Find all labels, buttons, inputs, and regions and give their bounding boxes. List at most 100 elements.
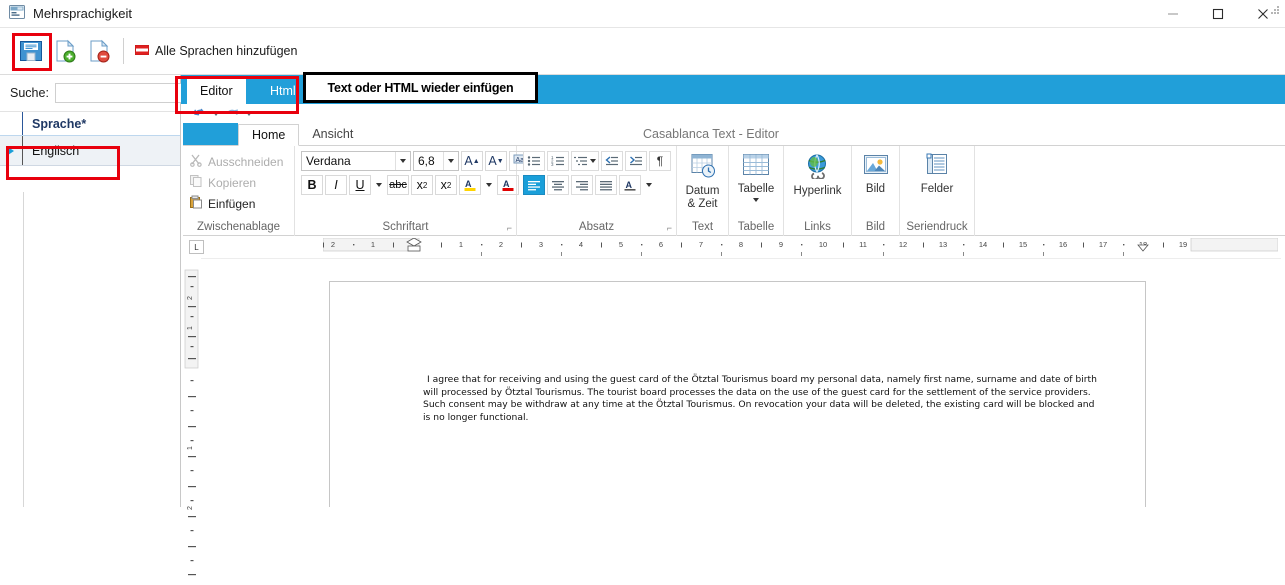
add-all-languages-button[interactable]: Alle Sprachen hinzufügen [135, 44, 297, 59]
strikethrough-icon[interactable]: abc [387, 175, 409, 195]
decrease-indent-icon[interactable] [601, 151, 623, 171]
date-time-button[interactable]: Datum & Zeit [683, 151, 722, 221]
tab-html[interactable]: Html [257, 78, 309, 104]
grow-font-icon[interactable]: A ▲ [461, 151, 483, 171]
copy-button[interactable]: Kopieren [189, 173, 283, 192]
table-row[interactable]: Englisch [0, 136, 180, 166]
svg-text:A: A [503, 179, 510, 189]
document-text[interactable]: I agree that for receiving and using the… [423, 374, 1103, 424]
paragraph-dialog-launcher[interactable]: ⌐ [667, 223, 672, 233]
svg-text:2: 2 [331, 240, 335, 249]
cell-language[interactable]: Englisch [23, 144, 79, 158]
svg-text:8: 8 [739, 240, 743, 249]
font-size-value: 6,8 [418, 154, 435, 168]
multilevel-list-icon[interactable] [571, 151, 599, 171]
chevron-down-icon[interactable] [443, 152, 458, 170]
ribbon-tab-home[interactable]: Home [238, 124, 300, 146]
svg-text:1: 1 [371, 240, 375, 249]
group-label-zwischenablage: Zwischenablage [196, 221, 281, 233]
column-header-sprache[interactable]: Sprache* [23, 117, 86, 131]
superscript-icon[interactable]: x2 [435, 175, 457, 195]
fields-button[interactable]: Felder [906, 151, 968, 221]
italic-icon[interactable]: I [325, 175, 347, 195]
bullets-icon[interactable] [523, 151, 545, 171]
undo-icon[interactable] [192, 107, 207, 121]
window-title: Mehrsprachigkeit [33, 6, 132, 21]
svg-text:4: 4 [579, 240, 583, 249]
document-page[interactable]: I agree that for receiving and using the… [329, 281, 1146, 507]
underline-icon[interactable]: U [349, 175, 371, 195]
show-marks-icon[interactable]: ¶ [649, 151, 671, 171]
search-label: Suche: [10, 86, 49, 100]
svg-text:14: 14 [979, 240, 987, 249]
subscript-icon[interactable]: x2 [411, 175, 433, 195]
grid-divider [23, 192, 24, 507]
date-time-label-line2: & Zeit [687, 198, 718, 211]
remove-language-button[interactable] [82, 34, 116, 68]
customize-quick-access-icon[interactable] [246, 112, 252, 116]
horizontal-ruler[interactable]: L 21 123 456 789 10 11 12 13 14 15 16 17 18 19 [183, 236, 1285, 258]
group-label-schriftart: Schriftart [382, 221, 429, 233]
svg-text:1: 1 [459, 240, 463, 249]
tab-stop-selector[interactable]: L [189, 240, 204, 254]
document-canvas[interactable]: I agree that for receiving and using the… [201, 258, 1281, 507]
ribbon-group-text: Datum & Zeit Text [677, 146, 729, 236]
svg-text:1: 1 [187, 326, 194, 330]
bold-icon[interactable]: B [301, 175, 323, 195]
ribbon-group-seriendruck: Felder Seriendruck [900, 146, 975, 236]
vertical-ruler: 2 1 1 2 [183, 258, 201, 576]
font-size-combo[interactable]: 6,8 [413, 151, 459, 171]
maximize-icon[interactable] [1195, 0, 1240, 28]
quick-access-toolbar [183, 104, 1285, 124]
svg-text:19: 19 [1179, 240, 1187, 249]
font-family-value: Verdana [306, 154, 351, 168]
paste-button[interactable]: Einfügen [189, 194, 283, 213]
numbering-icon[interactable]: 123 [547, 151, 569, 171]
svg-text:A: A [626, 180, 633, 190]
picture-label: Bild [865, 183, 886, 196]
hyperlink-button[interactable]: Hyperlink [790, 151, 845, 221]
ribbon-group-absatz: 123 ¶ A Absatz ⌐ [517, 146, 677, 236]
svg-text:6: 6 [659, 240, 663, 249]
undo-dropdown-icon[interactable] [213, 112, 219, 116]
font-dialog-launcher[interactable]: ⌐ [507, 223, 512, 233]
justify-icon[interactable] [595, 175, 617, 195]
text-highlight-icon[interactable]: A [459, 175, 481, 195]
grid-empty-area [0, 192, 180, 507]
underline-dropdown-icon[interactable] [373, 175, 385, 195]
align-center-icon[interactable] [547, 175, 569, 195]
redo-icon[interactable] [225, 107, 240, 121]
date-time-label-line1: Datum [685, 185, 720, 198]
shading-icon[interactable]: A [619, 175, 641, 195]
font-color-icon[interactable]: A [497, 175, 519, 195]
align-left-icon[interactable] [523, 175, 545, 195]
picture-button[interactable]: Bild [858, 151, 893, 221]
chevron-down-icon[interactable] [395, 152, 410, 170]
tab-editor[interactable]: Editor [187, 78, 246, 104]
shading-dropdown-icon[interactable] [643, 175, 655, 195]
increase-indent-icon[interactable] [625, 151, 647, 171]
group-label-absatz: Absatz [578, 221, 615, 233]
file-menu-button[interactable] [183, 123, 238, 145]
minimize-icon[interactable] [1150, 0, 1195, 28]
svg-text:1: 1 [187, 446, 194, 450]
resize-grip[interactable] [1268, 3, 1282, 17]
toolbar-separator [123, 38, 124, 64]
svg-text:3: 3 [539, 240, 543, 249]
vertical-ruler-scale: 2 1 1 2 [184, 269, 199, 576]
table-button[interactable]: Tabelle [735, 151, 777, 221]
window-title-bar: Mehrsprachigkeit [0, 0, 1285, 28]
svg-text:13: 13 [939, 240, 947, 249]
font-family-combo[interactable]: Verdana [301, 151, 411, 171]
align-right-icon[interactable] [571, 175, 593, 195]
shrink-font-icon[interactable]: A ▼ [485, 151, 507, 171]
ribbon-tab-ansicht[interactable]: Ansicht [299, 123, 366, 145]
row-selector[interactable] [0, 136, 23, 165]
highlight-dropdown-icon[interactable] [483, 175, 495, 195]
search-row: Suche: × [0, 75, 226, 112]
table-dropdown-icon[interactable] [753, 198, 759, 203]
cut-button[interactable]: Ausschneiden [189, 152, 283, 171]
group-label-tabelle: Tabelle [737, 221, 775, 233]
save-button[interactable] [14, 34, 48, 68]
add-language-button[interactable] [48, 34, 82, 68]
